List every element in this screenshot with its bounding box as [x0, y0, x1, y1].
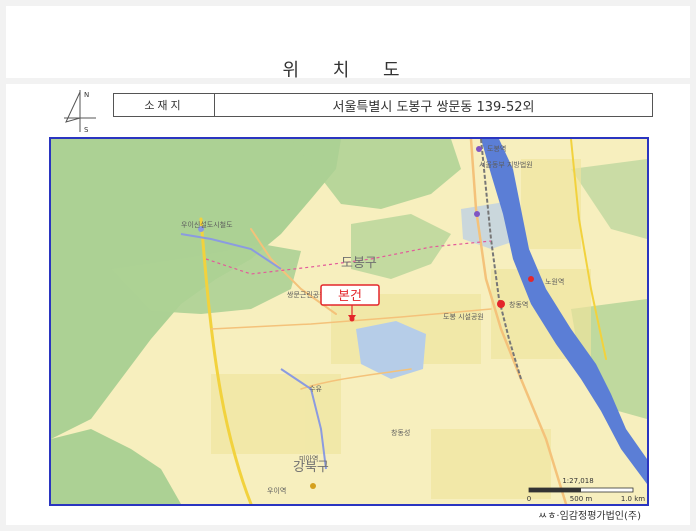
location-label: 소재지 [114, 94, 215, 116]
scale-ratio: 1:27,018 [562, 477, 593, 485]
label-jangyong: 창동성 [391, 428, 410, 437]
label-dobong-gu: 도봉구 [341, 256, 377, 271]
page-frame: 위 치 도 N S 소재지 서울특별시 도봉구 쌍문동 139-52외 도봉역 … [0, 0, 696, 531]
label-dobong-station: 도봉역 [487, 144, 506, 153]
subject-label: 본건 [338, 289, 362, 304]
title-band: 위 치 도 [6, 6, 690, 81]
scale-tick-1km: 1.0 km [621, 495, 645, 503]
scale-tick-0: 0 [527, 495, 531, 503]
north-label: N [84, 91, 89, 99]
location-map[interactable]: 도봉역 서울동부 지방법원 창동역 쌍문근린공원 도봉 시설공원 노원역 우이신… [49, 137, 649, 506]
subject-location-dot [349, 316, 355, 322]
source-credit: ㅆㅎ·임감정평가법인(주) [538, 511, 641, 522]
label-changdong-station: 창동역 [509, 300, 528, 309]
south-label: S [84, 126, 89, 134]
content-panel: N S 소재지 서울특별시 도봉구 쌍문동 139-52외 도봉역 서울동부 지… [6, 84, 690, 525]
scale-tick-500m: 500 m [570, 495, 593, 503]
north-arrow-icon: N S [64, 90, 96, 134]
label-gangbuk-gu: 강북구 [293, 460, 329, 475]
label-suyu: 수유 [309, 385, 322, 393]
document-title: 위 치 도 [282, 60, 414, 81]
label-ui-station: 우이역 [267, 486, 286, 495]
label-uijeongbu-office: 우이신설도시철도 [181, 220, 233, 229]
location-address: 서울특별시 도봉구 쌍문동 139-52외 [332, 99, 535, 115]
map-canvas: 도봉역 서울동부 지방법원 창동역 쌍문근린공원 도봉 시설공원 노원역 우이신… [51, 139, 647, 504]
label-ssangmun-park: 쌍문근린공원 [287, 290, 326, 299]
label-nowon-station: 노원역 [545, 277, 564, 286]
location-table: 소재지 서울특별시 도봉구 쌍문동 139-52외 [113, 93, 653, 117]
label-dobong-city-park: 도봉 시설공원 [443, 312, 484, 321]
label-seoul-dobong-office: 서울동부 지방법원 [479, 160, 533, 169]
